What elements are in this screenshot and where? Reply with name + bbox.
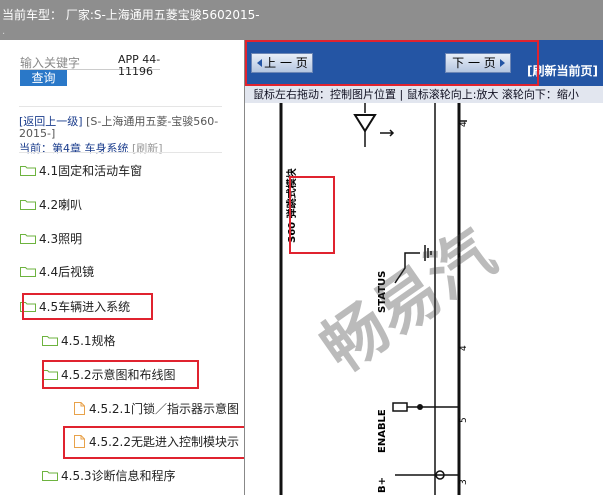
- highlight-box: [245, 40, 539, 86]
- pin-number: 3: [459, 479, 469, 485]
- tree-item-label: 4.1固定和活动车窗: [39, 163, 143, 178]
- left-panel: 输入关键字 查询 APP 44-11196 [返回上一级] [S-上海通用五菱-…: [0, 40, 248, 495]
- tree-item[interactable]: 4.1固定和活动车窗: [20, 160, 142, 180]
- app-code: APP 44-11196: [118, 53, 161, 78]
- arrow-right-icon: [380, 129, 395, 137]
- current-chapter: 当前：第4章 车身系统 [刷新]: [19, 140, 163, 156]
- top-bar: 当前车型： 厂家:S-上海通用五菱宝骏5602015- .: [0, 0, 603, 40]
- tree-item-label: 4.4后视镜: [39, 264, 95, 279]
- antenna-symbol: [353, 114, 377, 133]
- breadcrumb: [返回上一级] [S-上海通用五菱-宝骏560-2015-]: [19, 116, 224, 140]
- viewer-panel: 上 一 页 下 一 页 [刷新当前页] 鼠标左右拖动：控制图片位置 | 鼠标滚轮…: [244, 40, 603, 495]
- tree-item-label: 4.3照明: [39, 231, 83, 246]
- folder-icon: [42, 470, 58, 481]
- tree-item[interactable]: 4.5.3诊断信息和程序: [42, 465, 176, 485]
- tree-item-label: 4.5.3诊断信息和程序: [61, 468, 176, 483]
- current-chapter-link[interactable]: 第4章 车身系统: [52, 142, 129, 155]
- bplus-label: B+: [377, 477, 388, 493]
- tree-item[interactable]: 4.2喇叭: [20, 194, 82, 214]
- app-window: 当前车型： 厂家:S-上海通用五菱宝骏5602015- . 输入关键字 查询 A…: [0, 0, 603, 495]
- document-icon: [74, 401, 85, 415]
- tree-item-label: 4.2喇叭: [39, 197, 83, 212]
- highlight-box: [22, 293, 153, 320]
- top-bar-dot: .: [2, 26, 6, 37]
- tree-item[interactable]: 4.5.1规格: [42, 330, 116, 350]
- enable-box: [392, 402, 408, 412]
- divider: [19, 106, 222, 107]
- folder-icon: [20, 266, 36, 277]
- tree-item-label: 4.5.1规格: [61, 333, 116, 348]
- hint-bar: 鼠标左右拖动：控制图片位置 | 鼠标滚轮向上:放大 滚轮向下：缩小: [245, 86, 603, 103]
- tree-item[interactable]: 4.5.2.1门锁／指示器示意图: [74, 398, 239, 418]
- wiring-diagram[interactable]: 4 STATUS 4 ENABLE 5 B+ 3 S60 弹跳式模块 畅易汽: [245, 103, 603, 495]
- divider: [19, 152, 222, 153]
- highlight-box: [289, 176, 335, 254]
- junction-dot: [417, 404, 423, 410]
- folder-icon: [20, 165, 36, 176]
- vehicle-title: 当前车型： 厂家:S-上海通用五菱宝骏5602015-: [2, 8, 260, 22]
- pin-number: 4: [459, 121, 469, 127]
- pin-number: 4: [459, 345, 469, 351]
- folder-icon: [20, 233, 36, 244]
- current-prefix: 当前：: [19, 142, 52, 155]
- refresh-link[interactable]: [刷新]: [132, 142, 163, 155]
- highlight-box: [42, 360, 199, 389]
- highlight-box: [63, 426, 248, 459]
- pin-number: 5: [459, 417, 469, 423]
- tree-item[interactable]: 4.3照明: [20, 228, 82, 248]
- enable-label: ENABLE: [377, 409, 388, 453]
- folder-icon: [20, 199, 36, 210]
- tree-item-label: 4.5.2.1门锁／指示器示意图: [89, 401, 239, 416]
- folder-icon: [42, 335, 58, 346]
- tree-item[interactable]: 4.4后视镜: [20, 261, 94, 281]
- search-button[interactable]: 查询: [20, 70, 67, 86]
